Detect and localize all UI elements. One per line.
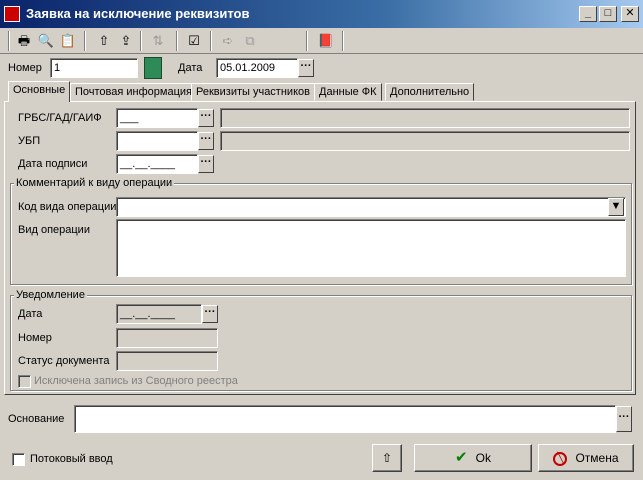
tab-participants[interactable]: Реквизиты участников [191,83,315,101]
book-icon[interactable]: 📕 [316,31,336,51]
cancel-icon: ╲ [553,451,568,466]
export-icon[interactable]: ⇪ [116,31,136,51]
ok-label: Ok [475,451,491,465]
grbs-label: ГРБС/ГАД/ГАИФ [18,112,102,124]
app-icon [4,6,20,22]
refresh-icon: ⇅ [152,33,164,48]
ubp-input[interactable] [116,131,198,151]
notification-number-input [116,328,218,348]
preview-icon[interactable]: 🔍 [36,31,56,51]
cancel-button[interactable]: ╲ Отмена [538,444,634,472]
title-bar: Заявка на исключение реквизитов _ □ ✕ [0,0,643,28]
doc-status-label: Статус документа [18,355,110,367]
date-label: Дата [178,62,203,74]
basis-label: Основание [8,413,65,425]
print-icon[interactable]: 🖶 [14,31,34,51]
ubp-label: УБП [18,135,41,147]
import-button[interactable]: ⇧ [372,444,402,472]
grbs-name-field [220,108,630,128]
minimize-button[interactable]: _ [579,6,597,22]
doc-status-input [116,351,218,371]
notification-date-picker-button: ··· [202,305,218,323]
tab-postal[interactable]: Почтовая информация [70,83,197,101]
notification-date-input: __.__.____ [116,304,202,324]
import-icon[interactable]: ⇧ [94,31,114,51]
window-title: Заявка на исключение реквизитов [26,6,250,21]
notification-number-label: Номер [18,332,52,344]
date-picker-button[interactable]: ··· [298,59,314,77]
op-code-label: Код вида операции [18,201,117,213]
number-input[interactable]: 1 [50,58,138,78]
op-type-textarea[interactable] [116,219,626,277]
grbs-input[interactable]: ___ [116,108,198,128]
grbs-lookup-button[interactable]: ··· [198,109,214,127]
basis-input[interactable] [74,405,616,433]
toolbar: 🖶 🔍 📋 ⇧ ⇪ ⇅ ☑ ➪ ⧉ 📕 [0,28,643,54]
number-label: Номер [8,62,42,74]
chevron-down-icon[interactable]: ▼ [608,198,624,216]
op-code-select[interactable] [116,197,626,217]
notification-date-label: Дата [18,308,43,320]
excluded-checkbox [18,375,31,388]
stream-input-label: Потоковый ввод [30,453,113,465]
ubp-name-field [220,131,630,151]
basis-lookup-button[interactable]: ··· [616,406,632,432]
ubp-lookup-button[interactable]: ··· [198,132,214,150]
check-icon[interactable]: ☑ [184,31,204,51]
comment-group-title: Комментарий к виду операции [14,177,175,189]
tab-main[interactable]: Основные [8,81,71,102]
excluded-label: Исключена запись из Сводного реестра [34,375,238,387]
tab-fk-data[interactable]: Данные ФК [314,83,382,101]
date-input[interactable]: 05.01.2009 [216,58,298,78]
notification-group-title: Уведомление [14,289,87,301]
stream-input-checkbox[interactable] [12,453,25,466]
ok-button[interactable]: ✔ Ok [414,444,532,472]
sign-date-label: Дата подписи [18,158,88,170]
forward-icon: ➪ [222,33,234,48]
op-type-label: Вид операции [18,224,90,236]
sign-date-picker-button[interactable]: ··· [198,155,214,173]
maximize-button[interactable]: □ [599,6,617,22]
copy-icon: ⧉ [245,33,255,48]
sign-date-input[interactable]: __.__.____ [116,154,198,174]
cancel-label: Отмена [575,451,619,465]
tab-additional[interactable]: Дополнительно [385,83,475,101]
check-icon: ✔ [455,449,468,466]
close-button[interactable]: ✕ [621,6,639,22]
calculator-icon[interactable] [144,57,162,79]
print-setup-icon[interactable]: 📋 [58,31,78,51]
